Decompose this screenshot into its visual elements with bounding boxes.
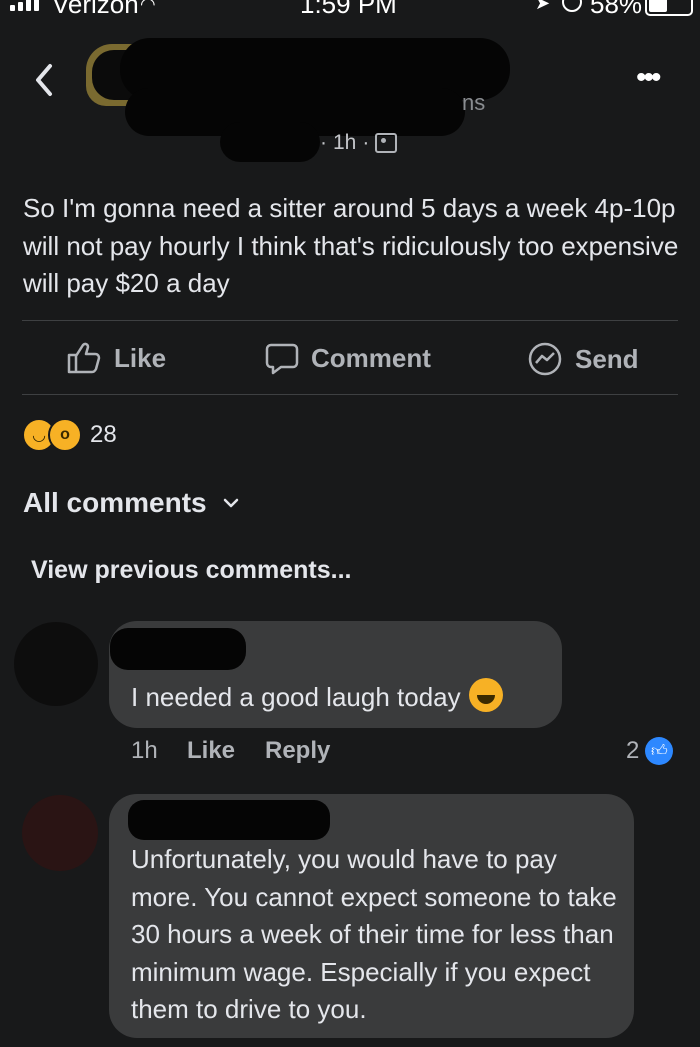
laughing-emoji-icon	[468, 678, 503, 712]
battery-percent: 58%	[590, 0, 643, 18]
wow-reaction-icon: o	[48, 418, 82, 452]
battery-icon	[645, 0, 693, 16]
divider	[22, 394, 678, 395]
like-button[interactable]: Like	[66, 341, 166, 375]
comments-filter-label: All comments	[23, 487, 207, 518]
post-meta: · 1h ·	[320, 131, 398, 155]
commenter-avatar[interactable]	[22, 795, 98, 871]
comment-time: 1h	[131, 737, 158, 764]
thumbs-up-icon	[67, 342, 101, 374]
like-label: Like	[114, 342, 167, 373]
reactions-summary[interactable]: ◡ o 28	[22, 418, 117, 452]
post-time[interactable]: 1h	[333, 131, 356, 155]
poster-name-suffix: ns	[462, 90, 486, 115]
carrier-label: Verizon	[52, 0, 139, 18]
send-label: Send	[575, 343, 639, 374]
comments-filter[interactable]: All comments	[23, 487, 239, 519]
audience-icon	[375, 133, 398, 153]
wifi-icon: ◠	[140, 0, 156, 14]
redacted-meta	[220, 122, 320, 162]
clock: 1:59 PM	[300, 0, 397, 18]
comment-like-button[interactable]: Like	[187, 737, 235, 765]
chevron-left-icon	[36, 64, 52, 96]
comment-like-count[interactable]: 2 👍︎	[626, 737, 674, 765]
messenger-icon	[528, 342, 562, 376]
signal-icon	[10, 0, 39, 11]
status-bar: Verizon ◠ 1:59 PM ➤ 58%	[0, 0, 700, 18]
reaction-count: 28	[90, 421, 117, 448]
comment-text: I needed a good laugh today	[131, 678, 503, 717]
alarm-icon	[562, 0, 582, 12]
comment-icon	[265, 343, 299, 375]
divider	[22, 320, 678, 321]
comment-button[interactable]: Comment	[265, 341, 431, 375]
view-previous-comments[interactable]: View previous comments...	[31, 556, 351, 585]
comment-reply-button[interactable]: Reply	[265, 737, 330, 765]
more-options-button[interactable]: •••	[636, 63, 661, 93]
comment-label: Comment	[311, 342, 431, 373]
redacted-commenter-name	[110, 628, 246, 670]
post-text: So I'm gonna need a sitter around 5 days…	[23, 193, 679, 298]
like-reaction-icon: 👍︎	[645, 737, 674, 765]
commenter-avatar[interactable]	[14, 622, 98, 706]
comment-text: Unfortunately, you would have to pay mor…	[131, 844, 617, 1024]
back-button[interactable]	[30, 60, 60, 100]
location-icon: ➤	[535, 0, 551, 13]
send-button[interactable]: Send	[527, 341, 639, 377]
post-actions: Like Comment Send	[0, 337, 700, 383]
redacted-commenter-name	[128, 800, 330, 840]
chevron-down-icon	[223, 498, 238, 508]
meta-dot: ·	[362, 131, 370, 154]
meta-dot: ·	[320, 131, 327, 154]
